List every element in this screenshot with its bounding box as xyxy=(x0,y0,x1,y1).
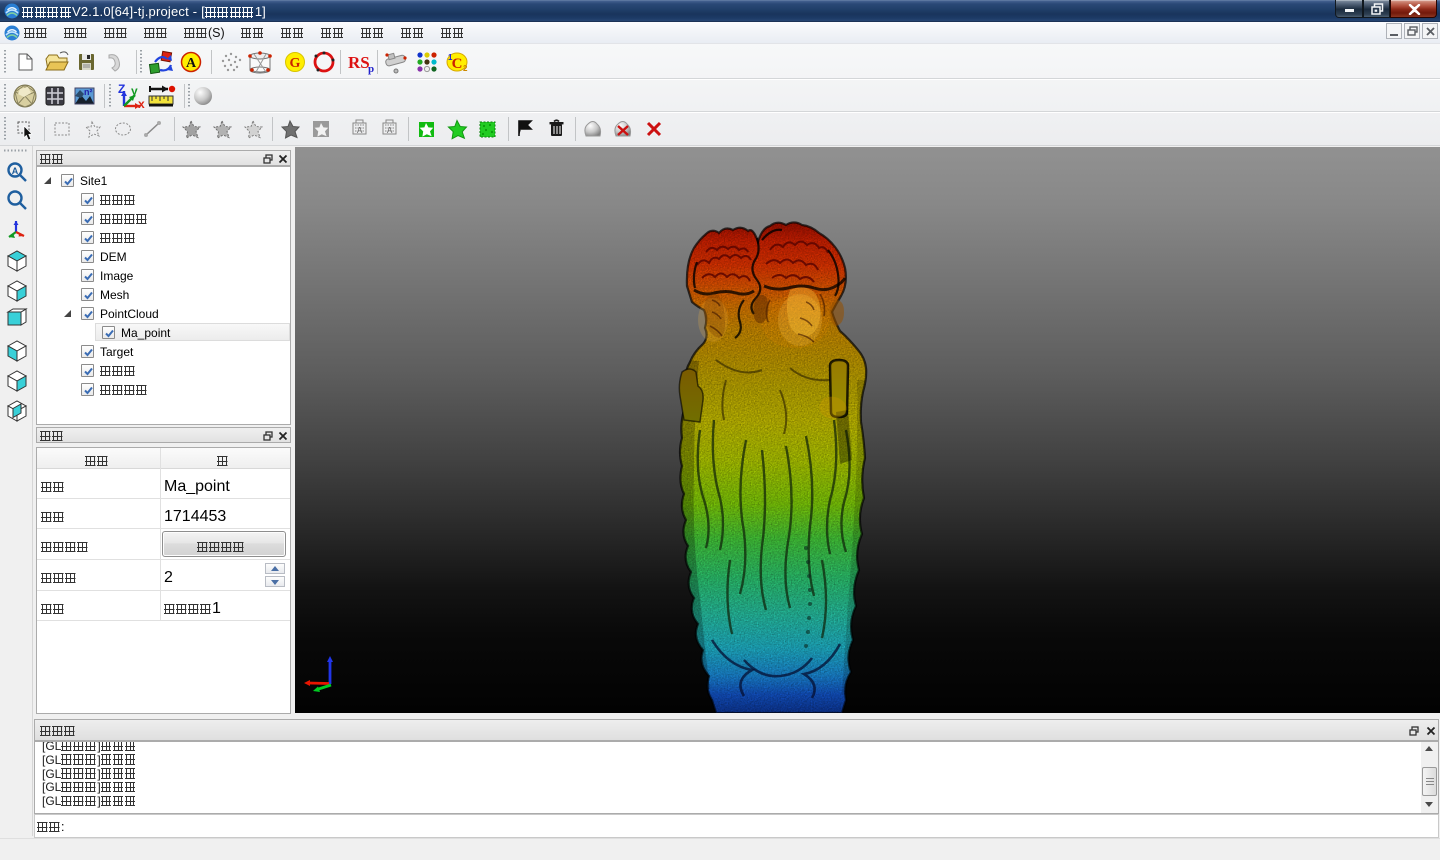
svg-text:x: x xyxy=(138,97,145,111)
svg-text:A: A xyxy=(387,126,393,135)
svg-text:A: A xyxy=(12,166,19,176)
svg-text:A: A xyxy=(186,56,197,71)
svg-text:p: p xyxy=(368,63,374,75)
svg-text:G: G xyxy=(290,56,301,71)
svg-text:RS: RS xyxy=(348,53,370,72)
svg-text:A: A xyxy=(357,126,363,135)
svg-text:C: C xyxy=(452,56,463,72)
svg-text:1: 1 xyxy=(448,53,453,62)
svg-text:2: 2 xyxy=(463,64,468,73)
